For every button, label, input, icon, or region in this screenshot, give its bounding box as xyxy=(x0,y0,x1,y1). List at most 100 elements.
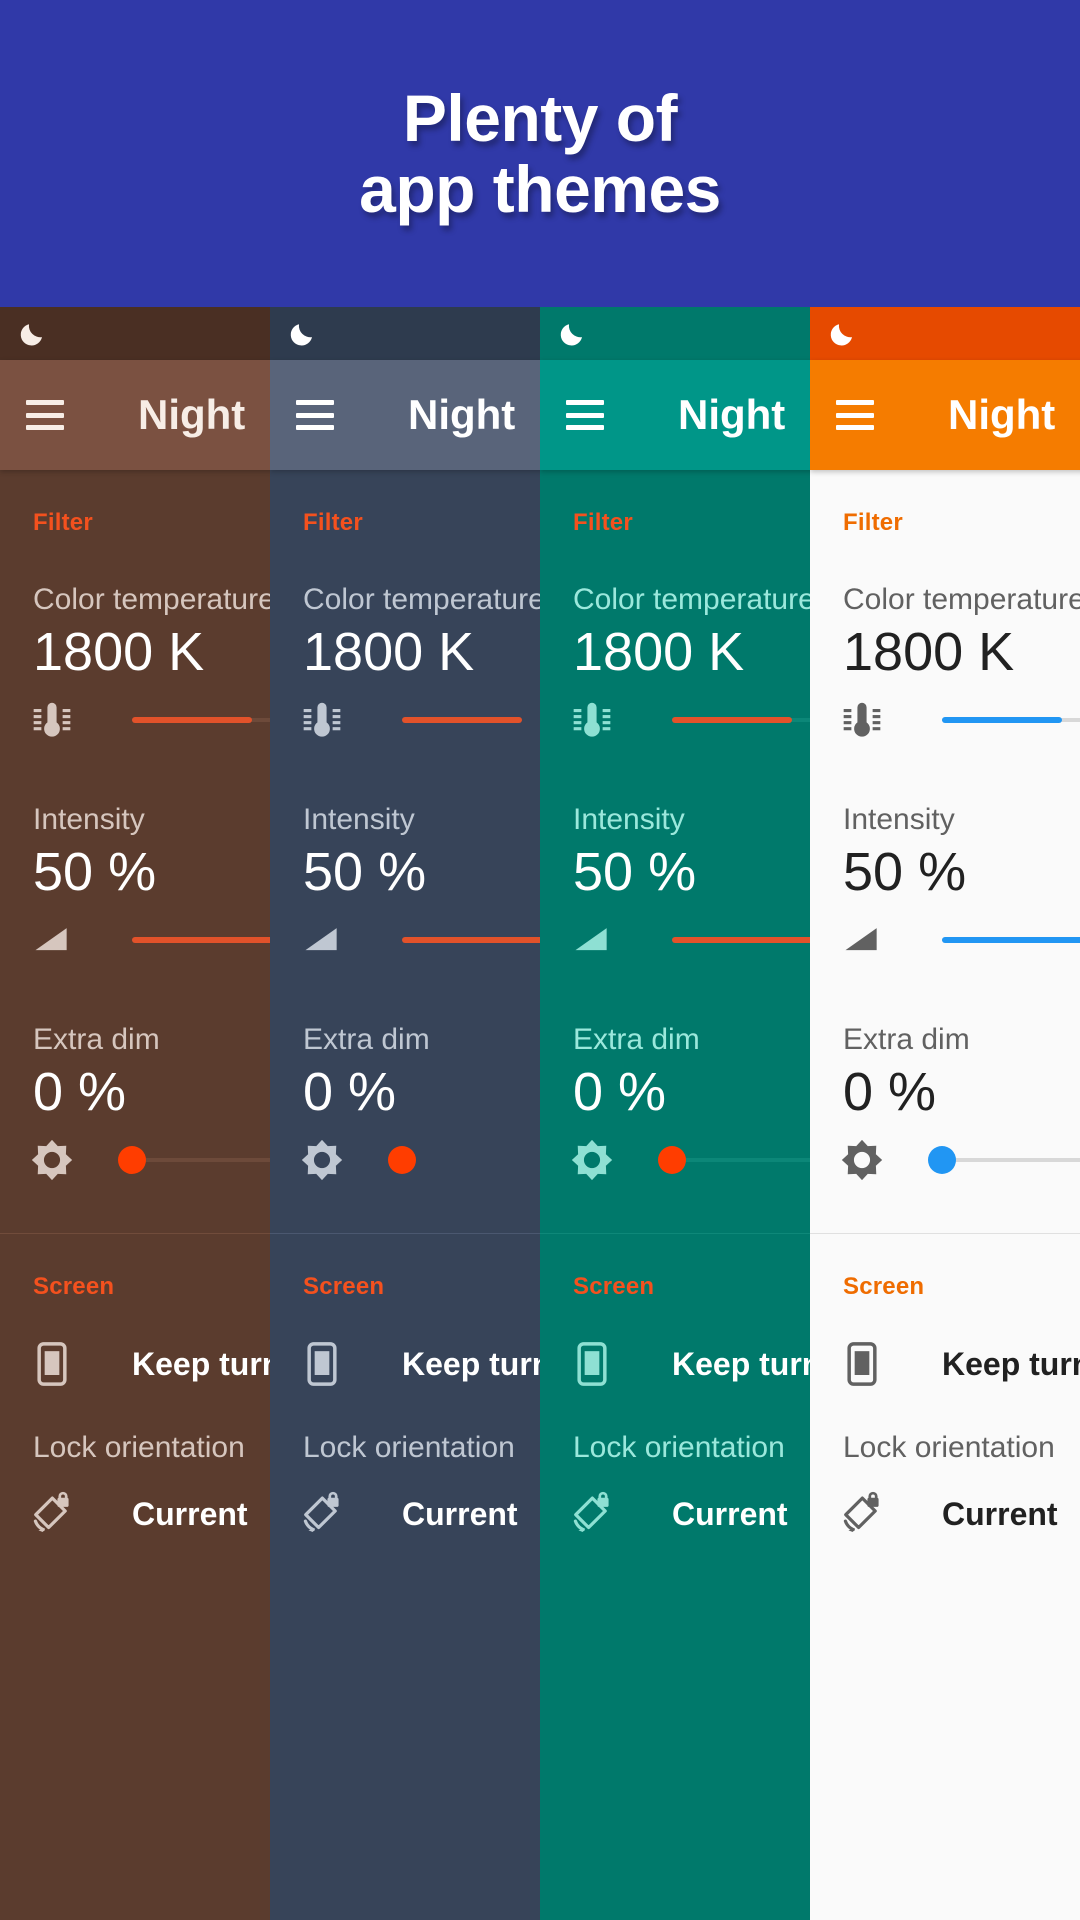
intensity-slider-row[interactable] xyxy=(270,903,540,977)
slider-track[interactable] xyxy=(942,918,1080,962)
slider-track-fill xyxy=(672,937,810,943)
color-temperature-setting[interactable]: Color temperature 1800 K xyxy=(540,583,810,757)
color-temperature-slider-row[interactable] xyxy=(0,683,270,757)
theme-screen: Night Filter Color temperature 1800 K Intens… xyxy=(810,307,1080,1920)
slider-track[interactable] xyxy=(118,1138,270,1182)
color-temperature-setting[interactable]: Color temperature 1800 K xyxy=(0,583,270,757)
rotation-lock-icon xyxy=(843,1491,879,1532)
moon-icon xyxy=(290,323,312,345)
keep-turned-on-row[interactable]: Keep turned on xyxy=(0,1339,270,1389)
color-temperature-setting[interactable]: Color temperature 1800 K xyxy=(810,583,1080,757)
section-header-filter: Filter xyxy=(33,509,93,536)
slider-track[interactable] xyxy=(928,1138,1080,1182)
lock-orientation-label: Lock orientation xyxy=(573,1431,785,1464)
intensity-triangle-icon xyxy=(575,928,607,951)
keep-turned-on-row[interactable]: Keep turned on xyxy=(540,1339,810,1389)
extra-dim-slider-row[interactable] xyxy=(0,1123,270,1197)
intensity-label: Intensity xyxy=(33,803,145,836)
color-temperature-label: Color temperature xyxy=(33,583,270,616)
theme-slot-2[interactable]: Night Filter Color temperature 1800 K Intens… xyxy=(270,307,540,1920)
lock-orientation-row[interactable]: Current xyxy=(810,1489,1080,1539)
extra-dim-value: 0 % xyxy=(33,1062,127,1122)
slider-track[interactable] xyxy=(132,698,270,742)
slider-track[interactable] xyxy=(402,918,540,962)
intensity-slider-row[interactable] xyxy=(0,903,270,977)
intensity-setting[interactable]: Intensity 50 % xyxy=(540,803,810,977)
slider-track[interactable] xyxy=(672,698,810,742)
lock-orientation-label: Lock orientation xyxy=(843,1431,1055,1464)
color-temperature-label: Color temperature xyxy=(303,583,540,616)
slider-track[interactable] xyxy=(672,918,810,962)
intensity-triangle-icon xyxy=(35,928,67,951)
brightness-sun-icon xyxy=(571,1139,613,1181)
theme-slot-3[interactable]: Night Filter Color temperature 1800 K Intens… xyxy=(540,307,810,1920)
settings-content: Filter Color temperature 1800 K Intensity 50… xyxy=(540,470,810,1559)
hamburger-menu-icon[interactable] xyxy=(566,400,604,430)
keep-turned-on-row[interactable]: Keep turned on xyxy=(810,1339,1080,1389)
theme-slot-4[interactable]: Night Filter Color temperature 1800 K Intens… xyxy=(810,307,1080,1920)
hamburger-menu-icon[interactable] xyxy=(836,400,874,430)
moon-icon xyxy=(560,323,582,345)
status-bar xyxy=(0,307,270,360)
slider-track[interactable] xyxy=(942,698,1080,742)
lock-orientation-row[interactable]: Current xyxy=(270,1489,540,1539)
slider-thumb[interactable] xyxy=(388,1146,416,1174)
section-header-screen: Screen xyxy=(843,1273,925,1300)
lock-orientation-label: Lock orientation xyxy=(33,1431,245,1464)
intensity-slider-row[interactable] xyxy=(540,903,810,977)
phone-icon xyxy=(577,1342,607,1386)
moon-icon xyxy=(20,323,42,345)
app-bar: Night xyxy=(810,360,1080,470)
slider-track[interactable] xyxy=(658,1138,810,1182)
app-title: Night xyxy=(408,391,516,438)
phone-icon xyxy=(307,1342,337,1386)
intensity-setting[interactable]: Intensity 50 % xyxy=(810,803,1080,977)
section-header-screen: Screen xyxy=(303,1273,385,1300)
slider-track[interactable] xyxy=(402,698,540,742)
slider-track[interactable] xyxy=(132,918,270,962)
intensity-setting[interactable]: Intensity 50 % xyxy=(0,803,270,977)
extra-dim-setting[interactable]: Extra dim 0 % xyxy=(0,1023,270,1197)
thermometer-icon xyxy=(33,702,71,737)
hamburger-menu-icon[interactable] xyxy=(26,400,64,430)
slider-track-fill xyxy=(132,717,252,723)
app-title: Night xyxy=(138,391,246,438)
app-bar: Night xyxy=(0,360,270,470)
extra-dim-slider-row[interactable] xyxy=(270,1123,540,1197)
color-temperature-slider-row[interactable] xyxy=(270,683,540,757)
slider-track-background xyxy=(132,1158,270,1162)
slider-track-background xyxy=(942,1158,1080,1162)
intensity-value: 50 % xyxy=(843,842,967,902)
keep-turned-on-label: Keep turned on xyxy=(942,1345,1080,1382)
slider-track-fill xyxy=(132,937,270,943)
slider-track-fill xyxy=(402,717,522,723)
slider-track[interactable] xyxy=(388,1138,540,1182)
slider-thumb[interactable] xyxy=(928,1146,956,1174)
extra-dim-slider-row[interactable] xyxy=(540,1123,810,1197)
intensity-label: Intensity xyxy=(303,803,415,836)
intensity-triangle-icon xyxy=(305,928,337,951)
extra-dim-setting[interactable]: Extra dim 0 % xyxy=(540,1023,810,1197)
extra-dim-setting[interactable]: Extra dim 0 % xyxy=(270,1023,540,1197)
color-temperature-setting[interactable]: Color temperature 1800 K xyxy=(270,583,540,757)
section-header-screen: Screen xyxy=(33,1273,115,1300)
intensity-setting[interactable]: Intensity 50 % xyxy=(270,803,540,977)
theme-slot-1[interactable]: Night Filter Color temperature 1800 K Intens… xyxy=(0,307,270,1920)
color-temperature-slider-row[interactable] xyxy=(810,683,1080,757)
settings-content: Filter Color temperature 1800 K Intensity 50… xyxy=(0,470,270,1559)
extra-dim-setting[interactable]: Extra dim 0 % xyxy=(810,1023,1080,1197)
intensity-value: 50 % xyxy=(33,842,157,902)
keep-turned-on-row[interactable]: Keep turned on xyxy=(270,1339,540,1389)
color-temperature-slider-row[interactable] xyxy=(540,683,810,757)
slider-thumb[interactable] xyxy=(658,1146,686,1174)
slider-thumb[interactable] xyxy=(118,1146,146,1174)
extra-dim-slider-row[interactable] xyxy=(810,1123,1080,1197)
color-temperature-value: 1800 K xyxy=(573,622,745,682)
section-header-filter: Filter xyxy=(303,509,363,536)
lock-orientation-row[interactable]: Current xyxy=(0,1489,270,1539)
lock-orientation-row[interactable]: Current xyxy=(540,1489,810,1539)
intensity-slider-row[interactable] xyxy=(810,903,1080,977)
lock-orientation-label: Lock orientation xyxy=(303,1431,515,1464)
section-header-screen: Screen xyxy=(573,1273,655,1300)
hamburger-menu-icon[interactable] xyxy=(296,400,334,430)
